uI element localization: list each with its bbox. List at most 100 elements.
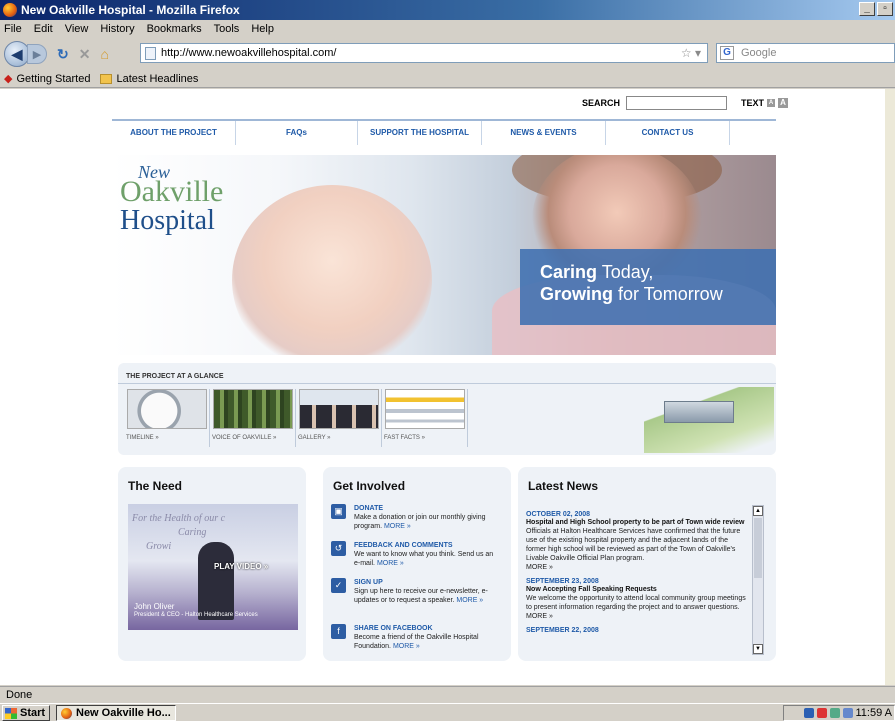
window-title-bar: New Oakville Hospital - Mozilla Firefox … bbox=[0, 0, 895, 20]
feedback-text: We want to know what you think. Send us … bbox=[354, 551, 494, 567]
nav-support-the-hospital[interactable]: SUPPORT THE HOSPITAL bbox=[358, 121, 482, 145]
play-video-button[interactable]: PLAY VIDEO » bbox=[214, 562, 268, 571]
checkbox-icon: ✓ bbox=[331, 578, 346, 593]
site-search: SEARCH TEXT A A bbox=[582, 96, 789, 110]
scroll-thumb[interactable] bbox=[754, 518, 762, 578]
stopwatch-image bbox=[127, 389, 207, 429]
glance-fast-facts[interactable]: FAST FACTS » bbox=[382, 389, 468, 447]
logo-hospital: Hospital bbox=[120, 205, 215, 236]
menu-tools[interactable]: Tools bbox=[214, 23, 240, 35]
getting-started-icon: ◆ bbox=[4, 73, 13, 85]
nav-news-and-events[interactable]: NEWS & EVENTS bbox=[482, 121, 606, 145]
url-text: http://www.newoakvillehospital.com/ bbox=[161, 47, 337, 59]
menu-view[interactable]: View bbox=[65, 23, 89, 35]
navigation-toolbar: ◀ ▶ ↻ ✕ ⌂ http://www.newoakvillehospital… bbox=[0, 38, 895, 70]
project-at-a-glance: THE PROJECT AT A GLANCE TIMELINE » VOICE… bbox=[118, 363, 776, 455]
site-search-input[interactable] bbox=[626, 96, 728, 110]
arrows-image bbox=[385, 389, 465, 429]
windows-flag-icon bbox=[5, 707, 17, 719]
bookmark-latest-headlines[interactable]: Latest Headlines bbox=[116, 73, 198, 85]
speaker-role: President & CEO - Halton Healthcare Serv… bbox=[134, 612, 258, 618]
scroll-down-icon[interactable]: ▼ bbox=[753, 644, 763, 654]
feedback-item[interactable]: ↺ FEEDBACK AND COMMENTS We want to know w… bbox=[331, 541, 501, 568]
sign-up-item[interactable]: ✓ SIGN UP Sign up here to receive our e-n… bbox=[331, 578, 501, 605]
taskbar-item-label: New Oakville Ho... bbox=[76, 707, 171, 719]
home-icon[interactable]: ⌂ bbox=[100, 46, 108, 62]
facebook-title[interactable]: SHARE ON FACEBOOK bbox=[354, 624, 501, 633]
menu-bookmarks[interactable]: Bookmarks bbox=[147, 23, 202, 35]
tray-app-icon[interactable] bbox=[829, 708, 840, 718]
window-title: New Oakville Hospital - Mozilla Firefox bbox=[21, 3, 240, 17]
bookmark-getting-started[interactable]: Getting Started bbox=[16, 73, 90, 85]
nav-about-the-project[interactable]: ABOUT THE PROJECT bbox=[112, 121, 236, 145]
clock: 11:59 A bbox=[855, 707, 893, 719]
menu-bar: File Edit View History Bookmarks Tools H… bbox=[0, 20, 895, 38]
donate-more-link[interactable]: MORE » bbox=[384, 523, 411, 530]
reload-icon[interactable]: ↻ bbox=[57, 46, 69, 63]
stop-icon[interactable]: ✕ bbox=[79, 46, 91, 63]
menu-edit[interactable]: Edit bbox=[34, 23, 53, 35]
get-involved-heading: Get Involved bbox=[333, 479, 406, 493]
browser-search-input[interactable]: G Google bbox=[716, 43, 895, 63]
speaker-name: John Oliver bbox=[134, 602, 175, 611]
donate-item[interactable]: ▣ DONATE Make a donation or join our mont… bbox=[331, 504, 501, 531]
url-bar[interactable]: http://www.newoakvillehospital.com/ ☆ ▾ bbox=[140, 43, 708, 63]
google-icon: G bbox=[720, 46, 734, 60]
glance-gallery[interactable]: GALLERY » bbox=[296, 389, 382, 447]
start-label: Start bbox=[20, 707, 46, 719]
news-body: We welcome the opportunity to attend loc… bbox=[526, 595, 746, 611]
tagline-growing: Growing bbox=[540, 284, 613, 304]
gift-icon: ▣ bbox=[331, 504, 346, 519]
page-content: SEARCH TEXT A A ABOUT THE PROJECT FAQs S… bbox=[0, 89, 885, 685]
antivirus-icon[interactable] bbox=[816, 708, 827, 718]
network-icon[interactable] bbox=[803, 708, 814, 718]
news-more-link[interactable]: MORE » bbox=[526, 563, 748, 572]
page-scrollbar[interactable] bbox=[885, 89, 895, 685]
hero-tagline: Caring Today, Growing for Tomorrow bbox=[520, 249, 776, 325]
facebook-item[interactable]: f SHARE ON FACEBOOK Become a friend of th… bbox=[331, 624, 501, 651]
glance-voice-of-oakville[interactable]: VOICE OF OAKVILLE » bbox=[210, 389, 296, 447]
tagline-tomorrow: for Tomorrow bbox=[613, 284, 723, 304]
bookmark-star-icon[interactable]: ☆ ▾ bbox=[681, 44, 701, 62]
facebook-icon: f bbox=[331, 624, 346, 639]
taskbar-firefox-item[interactable]: New Oakville Ho... bbox=[56, 705, 176, 721]
video-player[interactable]: For the Health of our c Caring Growi PLA… bbox=[128, 504, 298, 630]
glance-timeline[interactable]: TIMELINE » bbox=[124, 389, 210, 447]
feedback-more-link[interactable]: MORE » bbox=[377, 560, 404, 567]
the-need-panel: The Need For the Health of our c Caring … bbox=[118, 467, 306, 661]
nav-faqs[interactable]: FAQs bbox=[236, 121, 358, 145]
scroll-up-icon[interactable]: ▲ bbox=[753, 506, 763, 516]
menu-history[interactable]: History bbox=[100, 23, 134, 35]
start-button[interactable]: Start bbox=[2, 705, 51, 721]
sign-up-title[interactable]: SIGN UP bbox=[354, 578, 501, 587]
news-title[interactable]: Now Accepting Fall Speaking Requests bbox=[526, 585, 748, 594]
text-smaller-icon[interactable]: A bbox=[767, 99, 776, 107]
volume-icon[interactable] bbox=[842, 708, 853, 718]
browser-search-placeholder: Google bbox=[741, 47, 777, 59]
feedback-title[interactable]: FEEDBACK AND COMMENTS bbox=[354, 541, 501, 550]
main-navigation: ABOUT THE PROJECT FAQs SUPPORT THE HOSPI… bbox=[112, 119, 776, 145]
bookmarks-toolbar: ◆ Getting Started Latest Headlines bbox=[0, 70, 895, 88]
menu-help[interactable]: Help bbox=[251, 23, 274, 35]
nav-contact-us[interactable]: CONTACT US bbox=[606, 121, 730, 145]
news-title[interactable]: Hospital and High School property to be … bbox=[526, 518, 748, 527]
donate-title[interactable]: DONATE bbox=[354, 504, 501, 513]
tagline-today: Today, bbox=[597, 262, 654, 282]
restore-button[interactable]: ▫ bbox=[877, 2, 893, 16]
text-larger-icon[interactable]: A bbox=[778, 98, 789, 108]
taskbar: Start New Oakville Ho... 11:59 A bbox=[0, 703, 895, 721]
facebook-more-link[interactable]: MORE » bbox=[393, 643, 420, 650]
minimize-button[interactable]: _ bbox=[859, 2, 875, 16]
news-scrollbar[interactable]: ▲ ▼ bbox=[752, 505, 764, 655]
firefox-icon bbox=[3, 3, 17, 17]
site-logo[interactable]: New Oakville Hospital bbox=[120, 163, 223, 235]
hero-banner: New Oakville Hospital Caring Today, Grow… bbox=[112, 155, 776, 355]
search-label: SEARCH bbox=[582, 98, 621, 108]
text-size-label: TEXT bbox=[741, 98, 765, 108]
forward-button[interactable]: ▶ bbox=[27, 44, 47, 64]
feedback-icon: ↺ bbox=[331, 541, 346, 556]
sign-up-more-link[interactable]: MORE » bbox=[456, 597, 483, 604]
news-more-link[interactable]: MORE » bbox=[526, 612, 748, 621]
menu-file[interactable]: File bbox=[4, 23, 22, 35]
news-date: OCTOBER 02, 2008 bbox=[526, 511, 591, 518]
